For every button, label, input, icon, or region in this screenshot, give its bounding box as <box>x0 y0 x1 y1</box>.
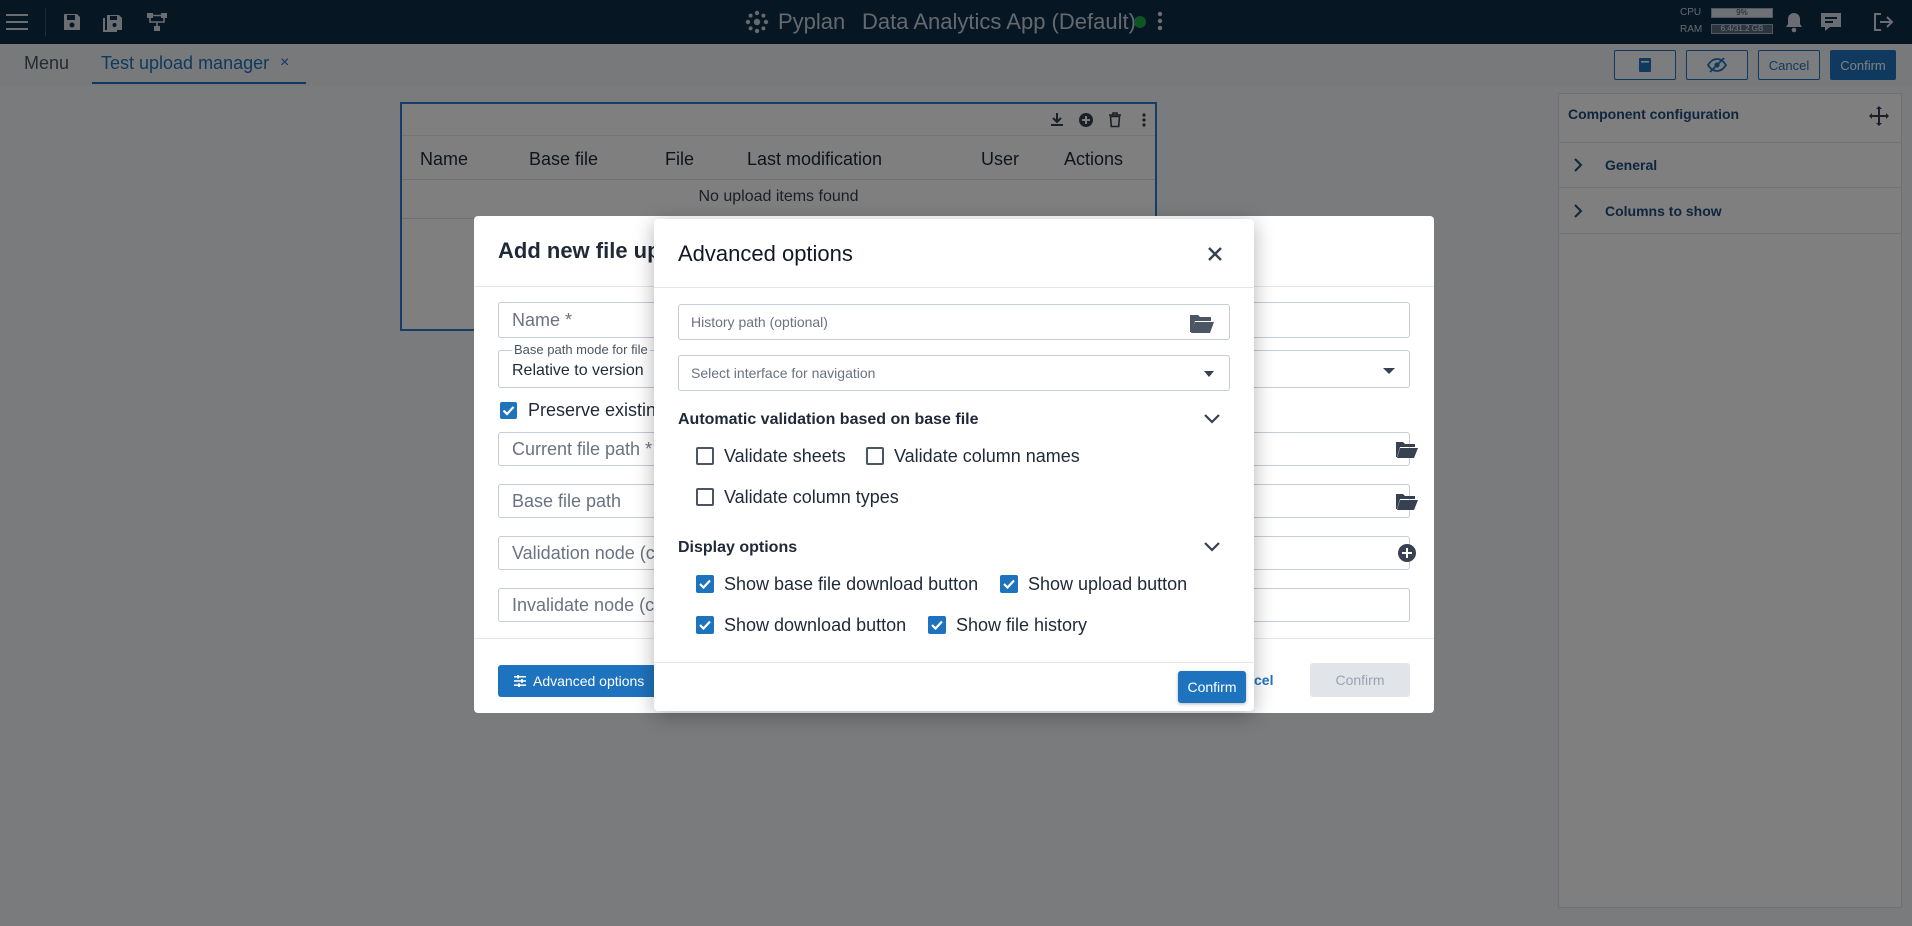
display-section-title[interactable]: Display options <box>678 539 797 557</box>
history-path-field[interactable]: History path (optional) <box>678 304 1230 340</box>
validate-column-types-checkbox[interactable] <box>696 488 714 506</box>
navigation-interface-select[interactable]: Select interface for navigation <box>678 355 1230 391</box>
interface-placeholder: Select interface for navigation <box>691 365 876 381</box>
validate-column-names-label: Validate column names <box>894 446 1080 466</box>
invalidate-node-placeholder: Invalidate node (c <box>512 595 655 615</box>
modal-confirm-button[interactable]: Confirm <box>1178 671 1246 703</box>
advanced-options-button[interactable]: Advanced options <box>498 665 658 697</box>
validation-section-title[interactable]: Automatic validation based on base file <box>678 411 979 429</box>
show-download-checkbox[interactable] <box>696 616 714 634</box>
preserve-checkbox[interactable] <box>500 402 517 419</box>
base-file-placeholder: Base file path <box>512 491 622 511</box>
validate-sheets-checkbox[interactable] <box>696 447 714 465</box>
chevron-down-icon[interactable] <box>1202 537 1222 557</box>
base-path-label: Base path mode for file <box>512 342 650 357</box>
chevron-down-icon[interactable] <box>1202 409 1222 429</box>
folder-open-icon[interactable] <box>1189 312 1215 334</box>
validation-node-placeholder: Validation node (c <box>512 543 655 563</box>
modal-title: Advanced options <box>678 241 853 266</box>
show-download-label: Show download button <box>724 615 907 635</box>
preserve-label: Preserve existin <box>528 400 657 420</box>
advanced-options-modal: Advanced options History path (optional)… <box>654 219 1254 711</box>
add-circle-icon[interactable] <box>1397 543 1417 563</box>
dialog-confirm-button[interactable]: Confirm <box>1310 663 1410 697</box>
history-path-placeholder: History path (optional) <box>691 314 828 330</box>
caret-down-icon <box>1382 366 1396 376</box>
folder-open-icon[interactable] <box>1395 439 1419 459</box>
advanced-options-label: Advanced options <box>533 673 645 689</box>
show-file-history-label: Show file history <box>956 615 1088 635</box>
modal-divider <box>654 662 1254 663</box>
show-upload-checkbox[interactable] <box>1000 575 1018 593</box>
validate-column-types-label: Validate column types <box>724 487 899 507</box>
show-upload-label: Show upload button <box>1028 574 1188 594</box>
validate-sheets-label: Validate sheets <box>724 446 846 466</box>
dialog-cancel-button[interactable]: cel <box>1254 672 1273 688</box>
current-file-placeholder: Current file path * <box>512 439 653 459</box>
show-base-file-download-checkbox[interactable] <box>696 575 714 593</box>
show-file-history-checkbox[interactable] <box>928 616 946 634</box>
base-path-value: Relative to version <box>512 362 644 379</box>
close-icon[interactable] <box>1202 241 1228 267</box>
caret-down-icon <box>1203 370 1215 378</box>
show-base-file-download-label: Show base file download button <box>724 574 979 594</box>
sliders-icon <box>514 675 526 687</box>
modal-divider <box>654 287 1254 288</box>
dialog-title: Add new file up <box>498 238 661 263</box>
name-placeholder: Name * <box>512 310 573 330</box>
folder-open-icon[interactable] <box>1395 491 1419 511</box>
validate-column-names-checkbox[interactable] <box>866 447 884 465</box>
